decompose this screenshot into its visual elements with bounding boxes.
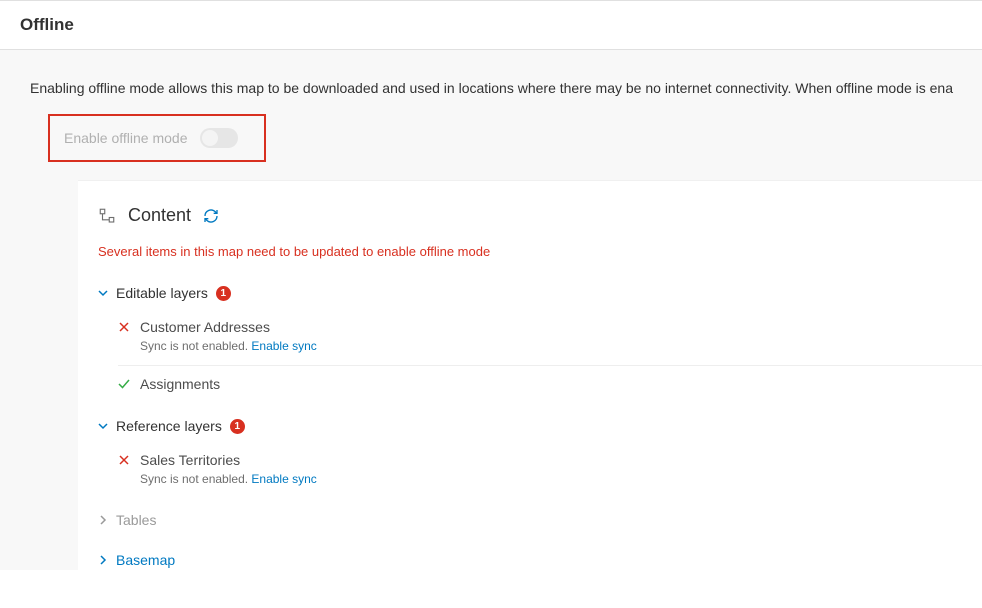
chevron-right-icon (98, 515, 108, 525)
layer-row: Customer Addresses (118, 319, 982, 335)
sync-status-text: Sync is not enabled. (140, 339, 251, 353)
badge-reference: 1 (230, 419, 245, 434)
x-icon (118, 321, 130, 333)
body-area: Enabling offline mode allows this map to… (0, 50, 982, 570)
sync-status-text: Sync is not enabled. (140, 472, 251, 486)
layer-name: Customer Addresses (140, 319, 270, 335)
section-header-basemap[interactable]: Basemap (98, 548, 982, 572)
layer-row: Sales Territories (118, 452, 982, 468)
layer-list-editable: Customer Addresses Sync is not enabled. … (118, 313, 982, 398)
section-label-editable: Editable layers (116, 285, 208, 301)
enable-offline-toggle[interactable] (200, 128, 238, 148)
layer-item: Sales Territories Sync is not enabled. E… (118, 446, 982, 492)
check-icon (118, 378, 130, 390)
layer-name: Assignments (140, 376, 220, 392)
enable-offline-label: Enable offline mode (64, 130, 188, 146)
chevron-right-icon (98, 555, 108, 565)
x-icon (118, 454, 130, 466)
section-tables: Tables (98, 508, 982, 532)
layer-subtext: Sync is not enabled. Enable sync (140, 472, 982, 486)
enable-sync-link[interactable]: Enable sync (251, 472, 316, 486)
offline-description: Enabling offline mode allows this map to… (30, 80, 982, 96)
page-title: Offline (20, 15, 962, 35)
section-editable-layers: Editable layers 1 Customer Addresses Syn… (98, 281, 982, 398)
page-header: Offline (0, 0, 982, 50)
section-header-reference[interactable]: Reference layers 1 (98, 414, 982, 438)
content-panel: Content Several items in this map need t… (78, 180, 982, 608)
section-label-basemap: Basemap (116, 552, 175, 568)
section-basemap: Basemap (98, 548, 982, 572)
layer-row: Assignments (118, 376, 982, 392)
section-header-editable[interactable]: Editable layers 1 (98, 281, 982, 305)
chevron-down-icon (98, 288, 108, 298)
layer-list-reference: Sales Territories Sync is not enabled. E… (118, 446, 982, 492)
layer-subtext: Sync is not enabled. Enable sync (140, 339, 982, 353)
tree-icon (98, 207, 116, 225)
offline-warning: Several items in this map need to be upd… (98, 244, 982, 259)
badge-editable: 1 (216, 286, 231, 301)
layer-name: Sales Territories (140, 452, 240, 468)
layer-item: Assignments (118, 370, 982, 398)
section-label-tables: Tables (116, 512, 156, 528)
content-title: Content (128, 205, 191, 226)
section-reference-layers: Reference layers 1 Sales Territories Syn… (98, 414, 982, 492)
section-header-tables[interactable]: Tables (98, 508, 982, 532)
enable-sync-link[interactable]: Enable sync (251, 339, 316, 353)
enable-offline-highlight: Enable offline mode (48, 114, 266, 162)
refresh-icon[interactable] (203, 208, 219, 224)
section-label-reference: Reference layers (116, 418, 222, 434)
chevron-down-icon (98, 421, 108, 431)
layer-item: Customer Addresses Sync is not enabled. … (118, 313, 982, 366)
content-header: Content (98, 205, 982, 226)
